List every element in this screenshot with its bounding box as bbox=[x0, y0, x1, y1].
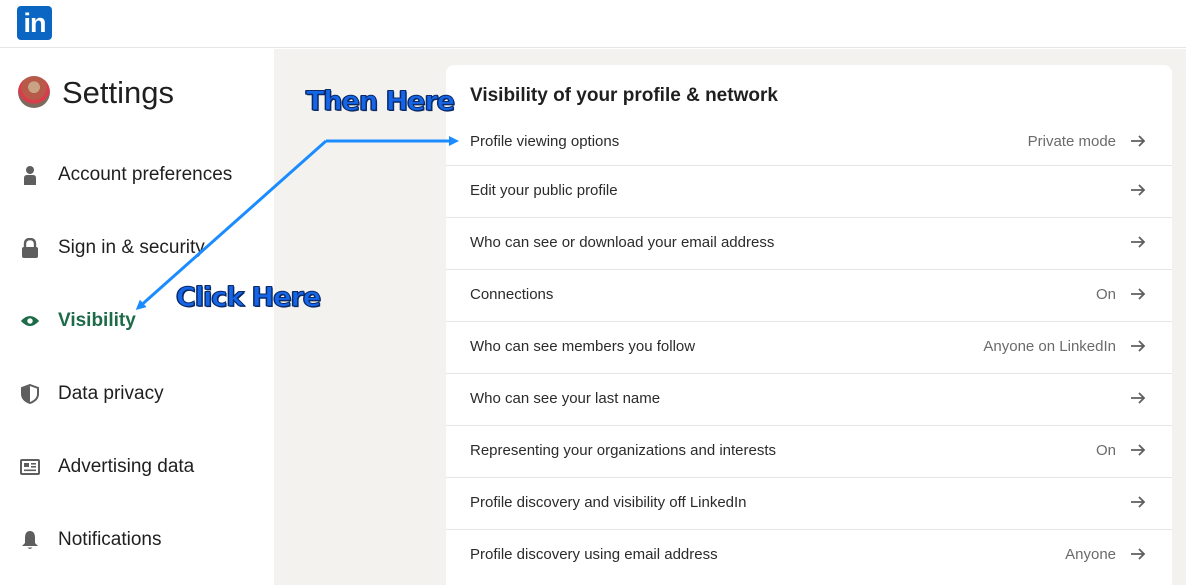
row-value: Anyone bbox=[1065, 546, 1116, 563]
linkedin-logo[interactable]: in bbox=[17, 6, 52, 40]
page-title: Settings bbox=[62, 75, 175, 110]
annotation-then-here: Then Here bbox=[305, 86, 455, 118]
row-edit-public-profile[interactable]: Edit your public profile bbox=[446, 165, 1172, 217]
row-label: Connections bbox=[470, 286, 554, 303]
row-label: Profile viewing options bbox=[470, 133, 620, 150]
annotation-click-here: Click Here bbox=[175, 282, 321, 314]
row-value: Private mode bbox=[1027, 133, 1116, 150]
arrow-right-icon bbox=[1131, 392, 1146, 404]
bell-icon bbox=[20, 530, 40, 550]
avatar[interactable] bbox=[18, 76, 50, 108]
settings-sidebar: Settings Account preferences Sign in & s… bbox=[0, 49, 274, 585]
row-label: Profile discovery using email address bbox=[470, 546, 718, 563]
sidebar-item-label: Data privacy bbox=[58, 383, 164, 404]
visibility-card: Visibility of your profile & network Pro… bbox=[446, 65, 1172, 585]
sidebar-item-account-preferences[interactable]: Account preferences bbox=[0, 153, 274, 197]
sidebar-item-label: Account preferences bbox=[58, 164, 233, 185]
lock-icon bbox=[20, 238, 40, 258]
row-label: Who can see members you follow bbox=[470, 338, 696, 355]
row-value: On bbox=[1095, 286, 1116, 303]
sidebar-item-label: Sign in & security bbox=[58, 237, 205, 258]
arrow-right-icon bbox=[1131, 288, 1146, 300]
row-members-you-follow[interactable]: Who can see members you follow Anyone on… bbox=[446, 321, 1172, 373]
top-header: in bbox=[0, 0, 1186, 48]
arrow-right-icon bbox=[1131, 496, 1146, 508]
eye-icon bbox=[20, 311, 40, 331]
sidebar-item-data-privacy[interactable]: Data privacy bbox=[0, 372, 274, 416]
row-value: On bbox=[1095, 442, 1116, 459]
row-label: Who can see or download your email addre… bbox=[470, 234, 775, 251]
sidebar-item-notifications[interactable]: Notifications bbox=[0, 518, 274, 562]
sidebar-item-label: Notifications bbox=[58, 529, 162, 550]
newspaper-icon bbox=[20, 457, 40, 477]
row-email-visibility[interactable]: Who can see or download your email addre… bbox=[446, 217, 1172, 269]
row-connections[interactable]: Connections On bbox=[446, 269, 1172, 321]
arrow-right-icon bbox=[1131, 236, 1146, 248]
row-value: Anyone on LinkedIn bbox=[983, 338, 1116, 355]
sidebar-item-label: Visibility bbox=[58, 310, 136, 331]
arrow-right-icon bbox=[1131, 548, 1146, 560]
main-content: Visibility of your profile & network Pro… bbox=[274, 49, 1186, 585]
row-discovery-email[interactable]: Profile discovery using email address An… bbox=[446, 529, 1172, 581]
arrow-right-icon bbox=[1131, 135, 1146, 147]
row-label: Representing your organizations and inte… bbox=[470, 442, 777, 459]
arrow-right-icon bbox=[1131, 184, 1146, 196]
row-label: Who can see your last name bbox=[470, 390, 661, 407]
arrow-right-icon bbox=[1131, 444, 1146, 456]
sidebar-item-label: Advertising data bbox=[58, 456, 195, 477]
section-title: Visibility of your profile & network bbox=[470, 85, 778, 106]
row-label: Edit your public profile bbox=[470, 182, 618, 199]
row-label: Profile discovery and visibility off Lin… bbox=[470, 494, 747, 511]
arrow-right-icon bbox=[1131, 340, 1146, 352]
shield-icon bbox=[20, 384, 40, 404]
person-icon bbox=[20, 165, 40, 185]
row-organizations-interests[interactable]: Representing your organizations and inte… bbox=[446, 425, 1172, 477]
sidebar-item-advertising-data[interactable]: Advertising data bbox=[0, 445, 274, 489]
row-discovery-off-linkedin[interactable]: Profile discovery and visibility off Lin… bbox=[446, 477, 1172, 529]
row-profile-viewing-options[interactable]: Profile viewing options Private mode bbox=[446, 117, 1172, 169]
row-last-name[interactable]: Who can see your last name bbox=[446, 373, 1172, 425]
sidebar-item-sign-in-security[interactable]: Sign in & security bbox=[0, 226, 274, 270]
